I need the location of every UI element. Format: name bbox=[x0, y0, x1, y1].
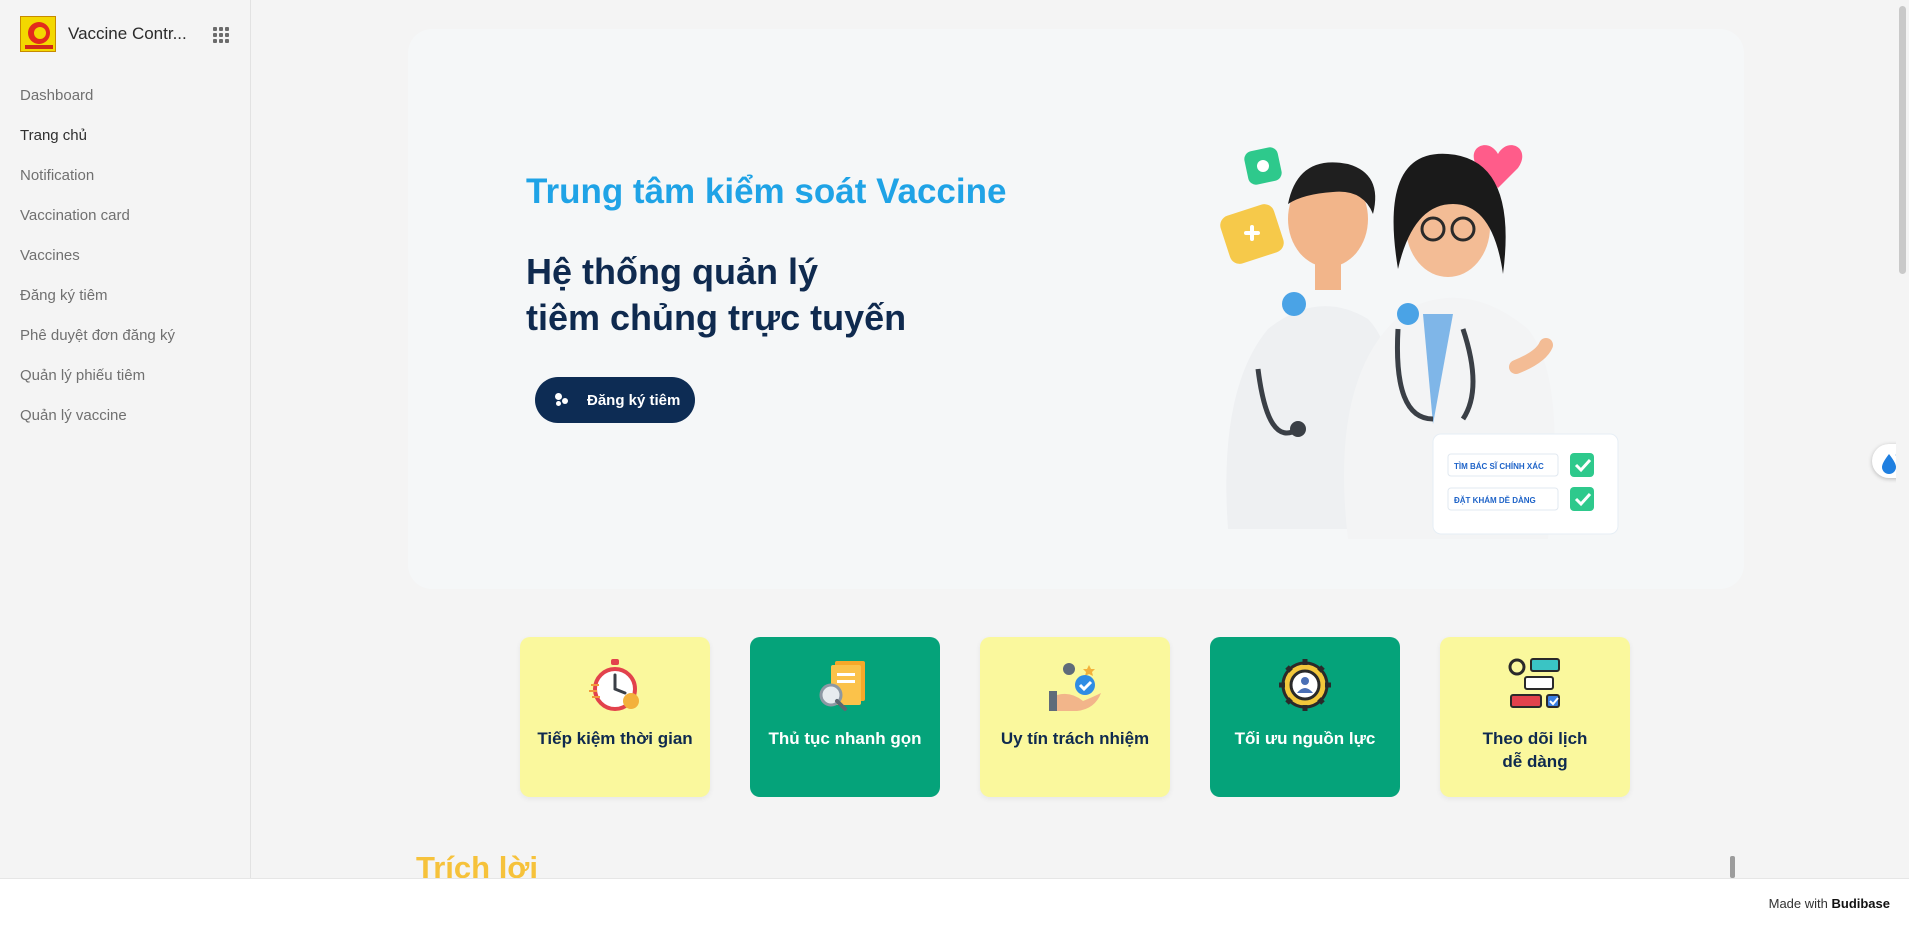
made-with-text: Made with bbox=[1768, 896, 1828, 911]
register-vaccination-button[interactable]: Đăng ký tiêm bbox=[535, 377, 695, 423]
checklist-item-2: ĐẶT KHÁM DỄ DÀNG bbox=[1454, 496, 1536, 505]
footer: Made with Budibase bbox=[0, 878, 1909, 929]
stopwatch-icon bbox=[589, 659, 639, 711]
apps-grid-icon[interactable] bbox=[213, 27, 229, 43]
schedule-flow-icon bbox=[1508, 658, 1560, 708]
feature-label: Tối ưu nguồn lực bbox=[1225, 727, 1386, 750]
register-vaccination-label: Đăng ký tiêm bbox=[587, 391, 681, 409]
feature-label: Uy tín trách nhiệm bbox=[991, 727, 1159, 750]
feature-card-trust: Uy tín trách nhiệm bbox=[980, 637, 1170, 797]
feature-card-track-schedule: Theo dõi lịch dễ dàng bbox=[1440, 637, 1630, 797]
made-with-budibase[interactable]: Made with Budibase bbox=[1769, 896, 1890, 911]
sidebar-item-manage-vaccination-slips[interactable]: Quản lý phiếu tiêm bbox=[20, 362, 175, 402]
dots-icon bbox=[555, 393, 569, 407]
resource-gear-icon bbox=[1279, 659, 1331, 711]
sidebar-item-vaccines[interactable]: Vaccines bbox=[20, 242, 175, 282]
feature-label: Theo dõi lịch dễ dàng bbox=[1473, 727, 1598, 773]
trust-hand-icon bbox=[1049, 663, 1101, 711]
feature-card-save-time: Tiếp kiệm thời gian bbox=[520, 637, 710, 797]
feature-label: Thủ tục nhanh gọn bbox=[759, 727, 932, 750]
doctors-illustration: TÌM BÁC SĨ CHÍNH XÁC ĐẶT KHÁM DỄ DÀNG bbox=[1220, 145, 1619, 539]
budibase-brand: Budibase bbox=[1831, 896, 1890, 911]
sidebar-item-approve-registrations[interactable]: Phê duyệt đơn đăng ký bbox=[20, 322, 175, 362]
sidebar-item-notification[interactable]: Notification bbox=[20, 162, 175, 202]
app-title: Vaccine Contr... bbox=[68, 24, 187, 43]
sidebar-item-vaccination-card[interactable]: Vaccination card bbox=[20, 202, 175, 242]
hero-subtitle: Trung tâm kiểm soát Vaccine bbox=[526, 172, 1007, 211]
feature-label-line1: Tối ưu nguồn lực bbox=[1234, 729, 1376, 748]
feature-label: Tiếp kiệm thời gian bbox=[527, 727, 702, 750]
page-scrollbar[interactable] bbox=[1896, 0, 1909, 878]
feature-label-line1: Uy tín trách nhiệm bbox=[1000, 729, 1150, 748]
feature-card-fast-procedure: Thủ tục nhanh gọn bbox=[750, 637, 940, 797]
app-logo bbox=[20, 16, 56, 52]
page-scrollbar-thumb[interactable] bbox=[1899, 6, 1906, 274]
documents-search-icon bbox=[819, 661, 865, 711]
feature-label-line1: Thủ tục nhanh gọn bbox=[768, 729, 922, 748]
feature-card-optimize-resources: Tối ưu nguồn lực bbox=[1210, 637, 1400, 797]
hero-title-line1: Hệ thống quản lý bbox=[526, 251, 818, 292]
hero-title-line2: tiêm chủng trực tuyến bbox=[526, 297, 907, 338]
sidebar-item-manage-vaccine[interactable]: Quản lý vaccine bbox=[20, 402, 175, 442]
sidebar-item-home[interactable]: Trang chủ bbox=[20, 122, 175, 162]
hero-banner: Trung tâm kiểm soát Vaccine Hệ thống quả… bbox=[408, 29, 1744, 589]
hero-title: Hệ thống quản lý tiêm chủng trực tuyến bbox=[526, 249, 906, 341]
section-scrollbar[interactable] bbox=[1730, 856, 1735, 878]
sidebar: Vaccine Contr... Dashboard Trang chủ Not… bbox=[0, 0, 251, 878]
sidebar-item-register-vaccination[interactable]: Đăng ký tiêm bbox=[20, 282, 175, 322]
feature-label-line2: dễ dàng bbox=[1502, 752, 1568, 771]
feature-label-line1: Tiếp kiệm thời gian bbox=[537, 729, 693, 748]
feature-cards: Tiếp kiệm thời gian Thủ tục nhanh gọn Uy… bbox=[520, 637, 1630, 797]
feature-label-line1: Theo dõi lịch bbox=[1482, 729, 1588, 748]
sidebar-nav: Dashboard Trang chủ Notification Vaccina… bbox=[20, 82, 175, 442]
checklist-item-1: TÌM BÁC SĨ CHÍNH XÁC bbox=[1454, 462, 1544, 471]
brand[interactable]: Vaccine Contr... bbox=[20, 16, 194, 52]
sidebar-item-dashboard[interactable]: Dashboard bbox=[20, 82, 175, 122]
